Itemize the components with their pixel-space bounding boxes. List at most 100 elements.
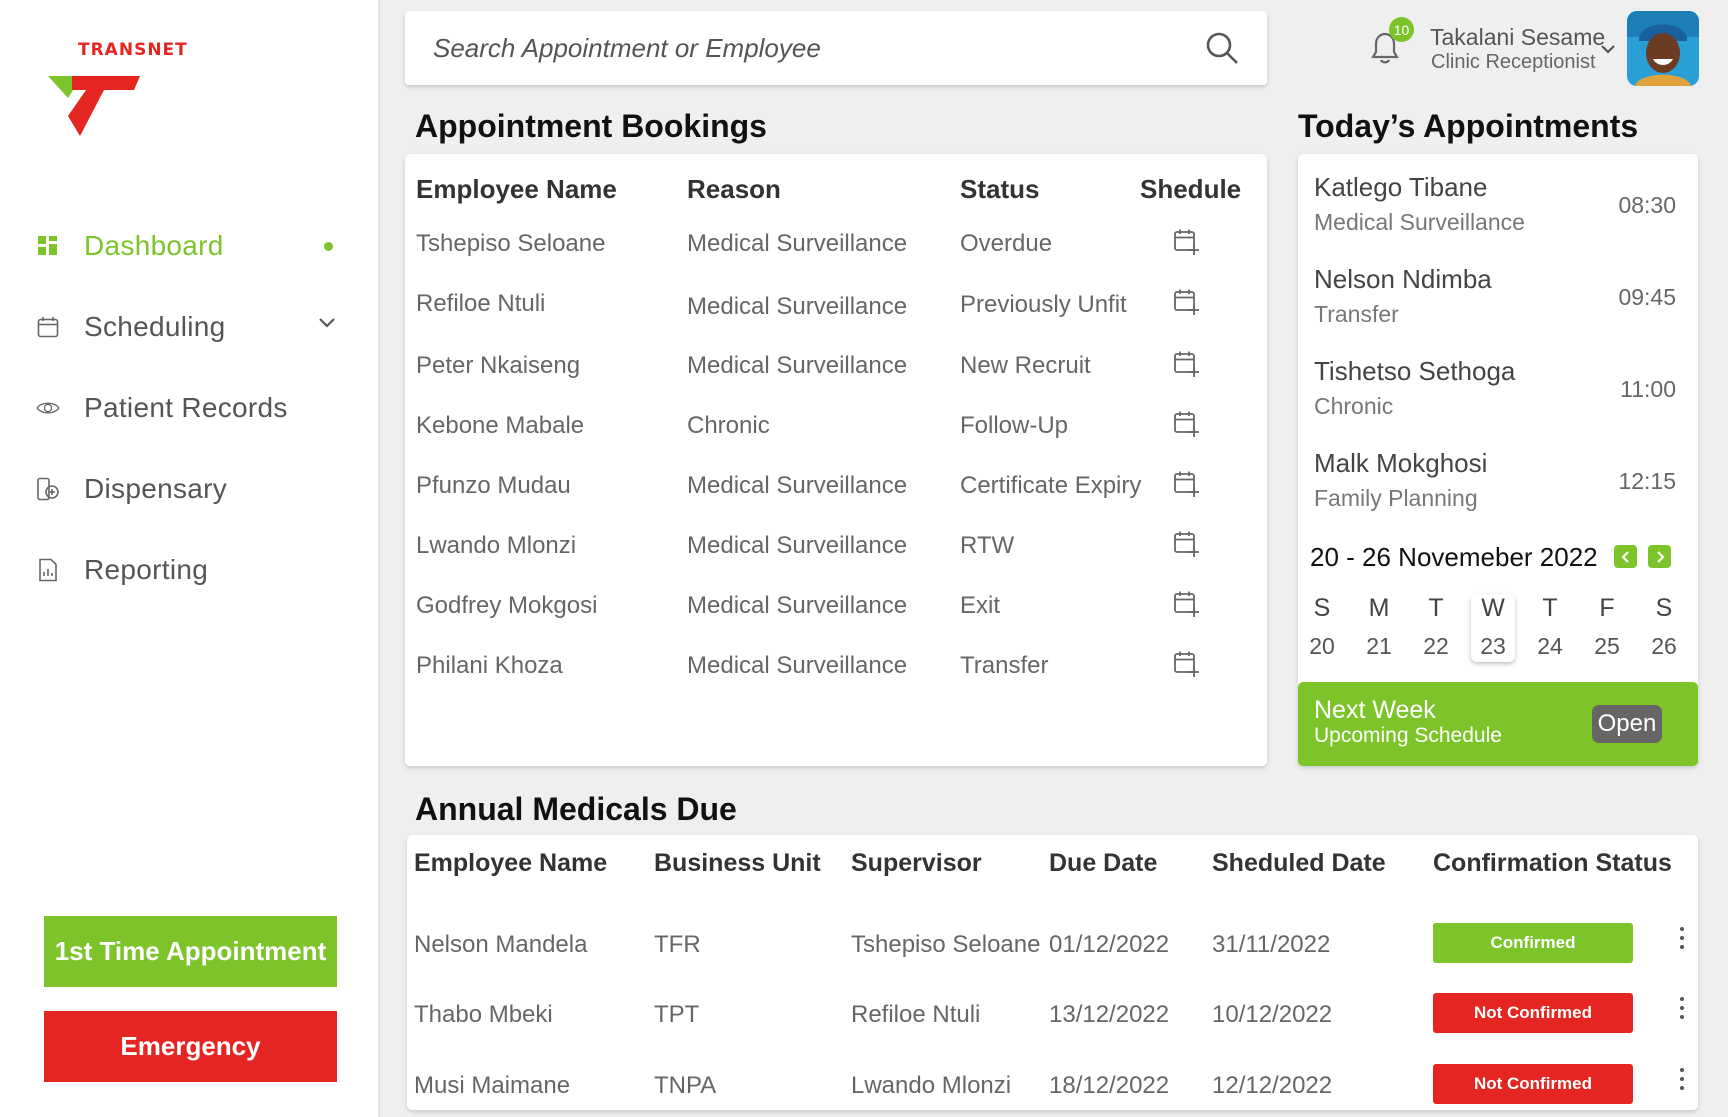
appointment-bookings-table: Employee Name Reason Status Shedule Tshe…: [405, 154, 1267, 766]
sidebar: TRANSNET Dashboard Scheduling Patient Re…: [0, 0, 380, 1117]
next-week-button[interactable]: [1648, 545, 1671, 568]
status: Transfer: [960, 652, 1049, 679]
due-date: 18/12/2022: [1049, 1072, 1170, 1099]
status: Overdue: [960, 230, 1053, 257]
status: Certificate Expiry: [960, 472, 1142, 499]
notification-count-badge: 10: [1389, 17, 1414, 42]
more-options-icon[interactable]: [1677, 997, 1687, 1025]
confirmation-status-badge[interactable]: Not Confirmed: [1433, 1064, 1633, 1104]
grid-icon: [36, 234, 60, 258]
day-number: 26: [1651, 633, 1677, 659]
patient-name: Tishetso Sethoga: [1314, 356, 1516, 386]
employee-name: Tshepiso Seloane: [416, 230, 606, 257]
employee-name: Philani Khoza: [416, 652, 563, 679]
chevron-down-icon[interactable]: [318, 316, 336, 334]
user-menu-chevron-icon[interactable]: [1600, 42, 1616, 60]
reason: Medical Surveillance: [687, 472, 908, 499]
search-input[interactable]: [433, 29, 1193, 67]
employee-name: Kebone Mabale: [416, 412, 585, 439]
appointment-time: 08:30: [1618, 192, 1676, 218]
calendar-day[interactable]: S 26: [1642, 594, 1686, 660]
avatar[interactable]: [1627, 11, 1699, 86]
logo-mark-icon: [48, 76, 140, 136]
due-date: 13/12/2022: [1049, 1001, 1170, 1028]
first-time-appointment-button[interactable]: 1st Time Appointment: [44, 916, 337, 987]
appointment-reason: Medical Surveillance: [1314, 209, 1525, 235]
employee-name: Peter Nkaiseng: [416, 352, 581, 379]
sidebar-item-label: Reporting: [84, 553, 209, 585]
status: New Recruit: [960, 352, 1091, 379]
emergency-button[interactable]: Emergency: [44, 1011, 337, 1082]
status: RTW: [960, 532, 1015, 559]
schedule-calendar-add-icon[interactable]: [1173, 228, 1201, 256]
day-number: 21: [1366, 633, 1392, 659]
search-icon[interactable]: [1205, 31, 1239, 70]
schedule-calendar-add-icon[interactable]: [1173, 410, 1201, 438]
day-letter: T: [1428, 594, 1444, 622]
eye-icon: [36, 396, 60, 420]
column-header: Business Unit: [654, 849, 821, 877]
business-unit: TNPA: [654, 1072, 717, 1099]
employee-name: Musi Maimane: [414, 1072, 571, 1099]
day-number: 24: [1537, 633, 1563, 659]
supervisor: Tshepiso Seloane: [851, 931, 1041, 958]
confirmation-status-badge[interactable]: Confirmed: [1433, 923, 1633, 963]
schedule-calendar-add-icon[interactable]: [1173, 350, 1201, 378]
column-header: Confirmation Status: [1433, 849, 1672, 877]
schedule-calendar-add-icon[interactable]: [1173, 288, 1201, 316]
sidebar-item-patient-records[interactable]: Patient Records: [0, 367, 380, 448]
day-letter: W: [1481, 594, 1505, 622]
report-icon: [36, 558, 60, 582]
appointment-time: 12:15: [1618, 468, 1676, 494]
reason: Medical Surveillance: [687, 230, 908, 257]
sidebar-item-label: Patient Records: [84, 391, 288, 423]
day-number: 22: [1423, 633, 1449, 659]
sidebar-item-dashboard[interactable]: Dashboard: [0, 205, 380, 286]
transnet-logo[interactable]: TRANSNET: [48, 40, 198, 140]
sidebar-item-scheduling[interactable]: Scheduling: [0, 286, 380, 367]
sidebar-item-label: Dispensary: [84, 472, 228, 504]
employee-name: Nelson Mandela: [414, 931, 588, 958]
schedule-calendar-add-icon[interactable]: [1173, 650, 1201, 678]
sidebar-item-dispensary[interactable]: Dispensary: [0, 448, 380, 529]
more-options-icon[interactable]: [1677, 1068, 1687, 1096]
calendar-day[interactable]: F 25: [1585, 594, 1629, 660]
status: Exit: [960, 592, 1001, 619]
day-number: 25: [1594, 633, 1620, 659]
prev-week-button[interactable]: [1614, 545, 1637, 568]
column-header: Reason: [687, 174, 781, 204]
patient-name: Malk Mokghosi: [1314, 448, 1488, 478]
calendar-day[interactable]: W 23: [1471, 594, 1515, 662]
column-header: Employee Name: [416, 174, 617, 204]
employee-name: Lwando Mlonzi: [416, 532, 577, 559]
chevron-left-icon: [1620, 550, 1629, 563]
reason: Medical Surveillance: [687, 532, 908, 559]
next-week-card[interactable]: Next Week Upcoming Schedule Open: [1298, 682, 1698, 766]
next-week-subtitle: Upcoming Schedule: [1314, 724, 1502, 747]
week-range: 20 - 26 Novemeber 2022: [1310, 542, 1598, 572]
appointment-bookings-title: Appointment Bookings: [415, 108, 767, 144]
calendar-day[interactable]: M 21: [1357, 594, 1401, 660]
calendar-day[interactable]: S 20: [1300, 594, 1344, 660]
appointment-reason: Family Planning: [1314, 485, 1478, 511]
appointment-time: 11:00: [1620, 376, 1676, 402]
schedule-calendar-add-icon[interactable]: [1173, 470, 1201, 498]
day-letter: S: [1655, 594, 1673, 622]
annual-medicals-table: Employee Name Business Unit Supervisor D…: [407, 835, 1698, 1110]
patient-name: Katlego Tibane: [1314, 172, 1488, 202]
column-header: Supervisor: [851, 849, 982, 877]
schedule-calendar-add-icon[interactable]: [1173, 590, 1201, 618]
calendar-day[interactable]: T 24: [1528, 594, 1572, 660]
column-header: Shedule: [1140, 174, 1242, 204]
user-name[interactable]: Takalani Sesame: [1430, 24, 1605, 51]
todays-appointments-panel: Katlego Tibane Medical Surveillance 08:30 N…: [1298, 154, 1698, 766]
scheduled-date: 12/12/2022: [1212, 1072, 1333, 1099]
confirmation-status-badge[interactable]: Not Confirmed: [1433, 993, 1633, 1033]
calendar-day[interactable]: T 22: [1414, 594, 1458, 660]
open-button[interactable]: Open: [1592, 705, 1662, 743]
more-options-icon[interactable]: [1677, 927, 1687, 955]
business-unit: TFR: [654, 931, 701, 958]
due-date: 01/12/2022: [1049, 931, 1170, 958]
sidebar-item-reporting[interactable]: Reporting: [0, 529, 380, 610]
schedule-calendar-add-icon[interactable]: [1173, 530, 1201, 558]
